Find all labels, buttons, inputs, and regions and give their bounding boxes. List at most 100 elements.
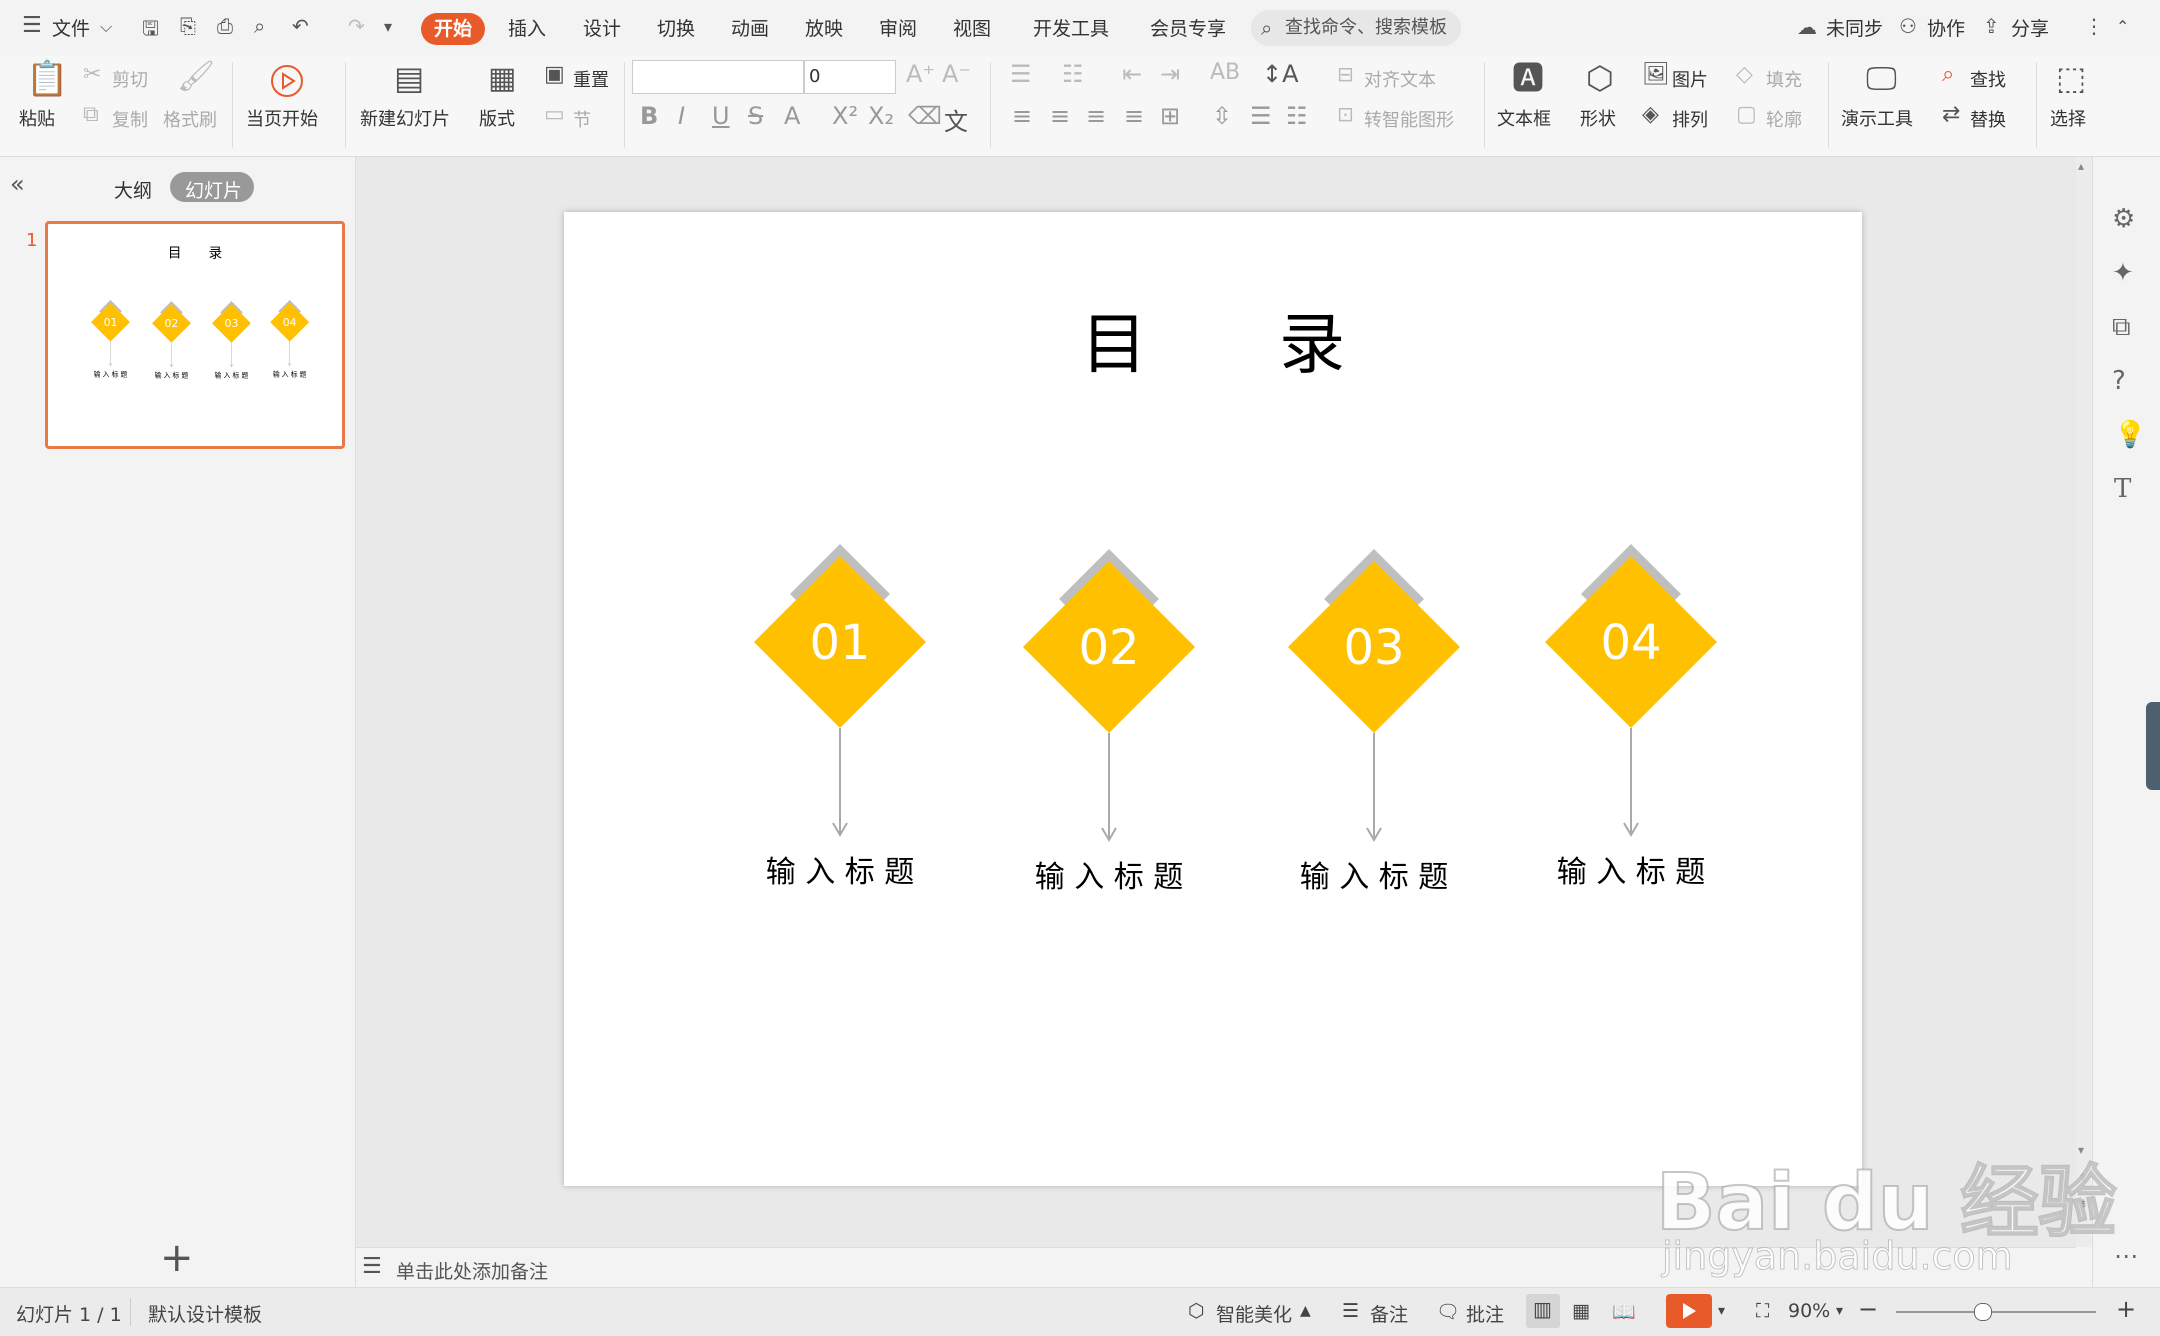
slide-sorter-icon[interactable]: ▦ [1572, 1300, 1590, 1322]
notes-toggle-button[interactable]: 备注 [1370, 1300, 1408, 1327]
zoom-in-icon[interactable]: + [2116, 1295, 2136, 1323]
add-slide-button[interactable]: + [160, 1235, 194, 1281]
layout-icon[interactable]: ▦ [488, 64, 516, 94]
font-color-icon[interactable]: A [784, 102, 800, 130]
tab-transition[interactable]: 切换 [657, 14, 695, 41]
beautify-button[interactable]: 智能美化 [1216, 1300, 1292, 1327]
replace-button[interactable]: 替换 [1970, 106, 2006, 132]
lightbulb-icon[interactable]: 💡 [2114, 420, 2146, 450]
new-slide-icon[interactable]: ▤ [394, 62, 424, 94]
play-icon[interactable] [268, 62, 306, 100]
text-tool-icon[interactable]: T [2114, 474, 2131, 504]
sync-status[interactable]: 未同步 [1826, 14, 1883, 41]
help-icon[interactable]: ? [2112, 366, 2126, 396]
more-options-icon[interactable]: ⋯ [2114, 1242, 2138, 1270]
align-text-button[interactable]: 对齐文本 [1364, 66, 1436, 92]
presenter-tools-button[interactable]: 演示工具 [1841, 105, 1913, 131]
zoom-level[interactable]: 90% [1788, 1300, 1830, 1322]
slideshow-button[interactable] [1666, 1294, 1712, 1328]
select-icon[interactable]: ⬚ [2056, 62, 2086, 94]
line-spacing-2-icon[interactable]: ☰ [1250, 102, 1272, 130]
comments-button[interactable]: 批注 [1466, 1300, 1504, 1327]
play-current-button[interactable]: 当页开始 [246, 105, 318, 131]
bullets-icon[interactable]: ☰ [1010, 62, 1032, 86]
tab-member[interactable]: 会员专享 [1150, 14, 1226, 41]
output-icon[interactable]: ⎘ [180, 14, 196, 38]
select-button[interactable]: 选择 [2050, 105, 2086, 131]
slide-title[interactable]: 目 录 [1081, 306, 1345, 383]
columns-icon[interactable]: ☷ [1286, 102, 1308, 130]
slide[interactable]: 目 录 01 输 入 标 题 02 输 入 标 题 03 输 入 标 题 04 输 入 标 题 [564, 212, 1862, 1186]
template-name[interactable]: 默认设计模板 [148, 1300, 262, 1327]
section-button[interactable]: 节 [573, 106, 591, 132]
zoom-slider-thumb[interactable] [1974, 1303, 1992, 1321]
fit-window-icon[interactable]: ⛶ [1756, 1300, 1769, 1322]
command-search[interactable]: ⌕ 查找命令、搜索模板 [1251, 10, 1461, 46]
fill-button[interactable]: 填充 [1766, 66, 1802, 92]
side-tab-handle[interactable] [2146, 702, 2160, 790]
eraser-icon[interactable]: ⌫ [908, 102, 942, 130]
smartart-button[interactable]: 转智能图形 [1364, 106, 1454, 132]
slide-thumbnail[interactable]: 目 录 01 输 入 标 题 02 输 入 标 题 03 输 入 标 题 04 输 入 标 题 [45, 221, 345, 449]
text-direction-icon[interactable]: AB [1210, 62, 1240, 84]
phonetic-icon[interactable]: 文 [944, 102, 968, 137]
font-size-select[interactable]: 0 [804, 60, 896, 94]
arrange-button[interactable]: 排列 [1672, 106, 1708, 132]
strikethrough-icon[interactable]: S [748, 102, 763, 130]
undo-icon[interactable]: ↶ [292, 14, 309, 38]
para-spacing-icon[interactable]: ⇳ [1212, 102, 1232, 130]
italic-icon[interactable]: I [678, 102, 685, 130]
design-icon[interactable]: ✦ [2112, 258, 2134, 288]
tab-view[interactable]: 视图 [953, 14, 991, 41]
new-slide-button[interactable]: 新建幻灯片 [360, 105, 450, 131]
chevron-down-icon[interactable]: ▾ [1718, 1303, 1725, 1319]
find-button[interactable]: 查找 [1970, 66, 2006, 92]
share-button[interactable]: 分享 [2011, 14, 2049, 41]
paste-button[interactable]: 粘贴 [19, 105, 55, 131]
bold-icon[interactable]: B [640, 102, 658, 130]
font-name-select[interactable] [632, 60, 804, 94]
line-spacing-icon[interactable]: ↕A [1262, 62, 1299, 86]
tab-animation[interactable]: 动画 [731, 14, 769, 41]
subscript-icon[interactable]: X₂ [868, 102, 894, 130]
zoom-slider[interactable] [1896, 1311, 2096, 1313]
zoom-out-icon[interactable]: − [1858, 1295, 1878, 1323]
paste-icon[interactable]: 📋 [26, 62, 68, 96]
align-left-icon[interactable]: ≡ [1012, 102, 1032, 130]
justify-icon[interactable]: ≡ [1124, 102, 1144, 130]
file-menu[interactable]: 文件 [52, 14, 90, 41]
properties-icon[interactable]: ⚙ [2112, 204, 2135, 234]
collapse-ribbon-icon[interactable]: ⌃ [2116, 17, 2129, 36]
collapse-panel-icon[interactable]: « [10, 170, 25, 198]
reset-button[interactable]: 重置 [573, 66, 609, 92]
shape-icon[interactable]: ⬡ [1586, 62, 1614, 94]
print-preview-icon[interactable]: ⌕ [254, 14, 265, 38]
slides-tab[interactable]: 幻灯片 [170, 172, 254, 202]
layout-button[interactable]: 版式 [479, 105, 515, 131]
textbox-button[interactable]: 文本框 [1497, 105, 1551, 131]
outline-tab[interactable]: 大纲 [114, 176, 152, 203]
superscript-icon[interactable]: X² [832, 102, 858, 130]
shape-button[interactable]: 形状 [1580, 105, 1616, 131]
align-center-icon[interactable]: ≡ [1050, 102, 1070, 130]
scroll-up-icon[interactable]: ▴ [2078, 159, 2084, 173]
chevron-up-icon[interactable]: ▲ [1300, 1303, 1311, 1319]
underline-icon[interactable]: U [712, 102, 730, 130]
chevron-down-icon[interactable]: ▾ [1836, 1303, 1843, 1319]
picture-button[interactable]: 图片 [1672, 66, 1708, 92]
align-right-icon[interactable]: ≡ [1086, 102, 1106, 130]
format-painter-button[interactable]: 格式刷 [163, 106, 217, 132]
tab-design[interactable]: 设计 [583, 14, 621, 41]
grow-font-icon[interactable]: A⁺ [906, 62, 935, 86]
textbox-icon[interactable]: 🅰 [1512, 62, 1544, 94]
normal-view-button[interactable]: ▥ [1526, 1294, 1560, 1328]
save-icon[interactable]: 🖫 [142, 14, 159, 48]
numbering-icon[interactable]: ☷ [1062, 62, 1084, 86]
chevron-down-icon[interactable]: ⌵ [100, 17, 112, 37]
hamburger-icon[interactable]: ☰ [22, 13, 42, 38]
vertical-scrollbar[interactable]: ▴ ▾ ⇞ ⇟ [2076, 157, 2092, 1247]
tab-insert[interactable]: 插入 [508, 14, 546, 41]
decrease-indent-icon[interactable]: ⇤ [1122, 62, 1142, 86]
reading-view-icon[interactable]: 📖 [1612, 1300, 1636, 1323]
presenter-icon[interactable]: 🖵 [1866, 62, 1897, 94]
